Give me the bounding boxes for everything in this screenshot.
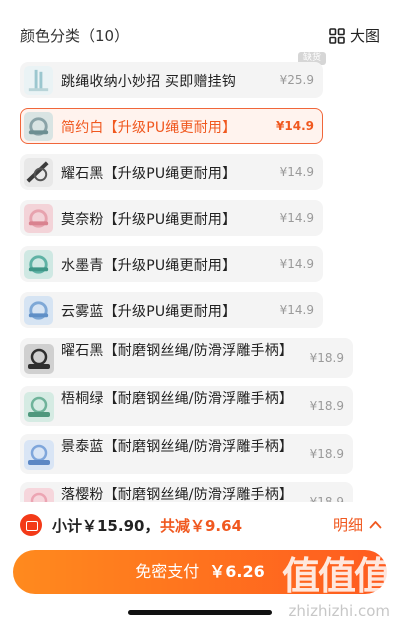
pay-amount: ￥6.26 [209, 562, 265, 581]
detail-label: 明细 [332, 516, 363, 534]
big-view-toggle[interactable]: 大图 [329, 25, 380, 46]
option-price: ¥18.9 [309, 399, 344, 413]
pay-label: 免密支付 [135, 562, 200, 581]
option-thumbnail [24, 66, 53, 95]
watermark-logo: 值值值 [281, 554, 392, 598]
option-price: ¥14.9 [279, 165, 314, 179]
option-name: 曜石黑【耐磨钢丝绳/防滑浮雕手柄】 [61, 343, 294, 359]
option-name: 景泰蓝【耐磨钢丝绳/防滑浮雕手柄】 [61, 439, 294, 455]
coupon-icon [20, 514, 42, 536]
option-price: ¥18.9 [309, 447, 344, 461]
color-category-title: 颜色分类（10） [20, 27, 130, 45]
home-indicator [128, 610, 272, 615]
option-thumbnail [24, 250, 53, 279]
option-name: 云雾蓝【升级PU绳更耐用】 [61, 304, 237, 320]
option-thumbnail [24, 158, 53, 187]
sku-header: 颜色分类（10） 大图 缺货 [0, 0, 400, 65]
option-thumbnail [24, 344, 54, 374]
sku-option[interactable]: 水墨青【升级PU绳更耐用】 ¥14.9 [20, 246, 323, 282]
discount-text: 共减￥9.64 [160, 517, 243, 535]
sku-option[interactable]: 莫奈粉【升级PU绳更耐用】 ¥14.9 [20, 200, 323, 236]
option-price: ¥14.9 [279, 257, 314, 271]
grid-icon [329, 27, 345, 44]
option-name: 梧桐绿【耐磨钢丝绳/防滑浮雕手柄】 [61, 391, 294, 407]
sku-option[interactable]: 跳绳收纳小妙招 买即赠挂钩 ¥25.9 [20, 62, 323, 98]
big-view-label: 大图 [349, 27, 380, 45]
chevron-up-icon [369, 521, 382, 529]
option-thumbnail [24, 440, 54, 470]
option-name: 简约白【升级PU绳更耐用】 [61, 120, 237, 136]
option-price: ¥14.9 [279, 211, 314, 225]
sku-option[interactable]: 梧桐绿【耐磨钢丝绳/防滑浮雕手柄】 ¥18.9 [20, 386, 353, 426]
option-price: ¥18.9 [309, 351, 344, 365]
option-thumbnail [24, 392, 54, 422]
option-name: 莫奈粉【升级PU绳更耐用】 [61, 212, 237, 228]
option-thumbnail [24, 296, 53, 325]
option-price: ¥25.9 [279, 73, 314, 87]
option-price: ¥14.9 [276, 119, 314, 133]
sku-option-selected[interactable]: 简约白【升级PU绳更耐用】 ¥14.9 [20, 108, 323, 144]
sku-option[interactable]: 景泰蓝【耐磨钢丝绳/防滑浮雕手柄】 ¥18.9 [20, 434, 353, 474]
option-name: 耀石黑【升级PU绳更耐用】 [61, 166, 237, 182]
sku-option[interactable]: 曜石黑【耐磨钢丝绳/防滑浮雕手柄】 ¥18.9 [20, 338, 353, 378]
subtotal-text: 小计￥15.90， [52, 517, 160, 535]
option-name: 水墨青【升级PU绳更耐用】 [61, 258, 237, 274]
option-name: 跳绳收纳小妙招 买即赠挂钩 [61, 74, 237, 90]
watermark-url: zhizhizhi.com [288, 602, 390, 620]
option-thumbnail [24, 112, 53, 141]
sku-option[interactable]: 耀石黑【升级PU绳更耐用】 ¥14.9 [20, 154, 323, 190]
sku-option[interactable]: 云雾蓝【升级PU绳更耐用】 ¥14.9 [20, 292, 323, 328]
option-price: ¥14.9 [279, 303, 314, 317]
detail-toggle[interactable]: 明细 [333, 514, 382, 535]
option-thumbnail [24, 204, 53, 233]
